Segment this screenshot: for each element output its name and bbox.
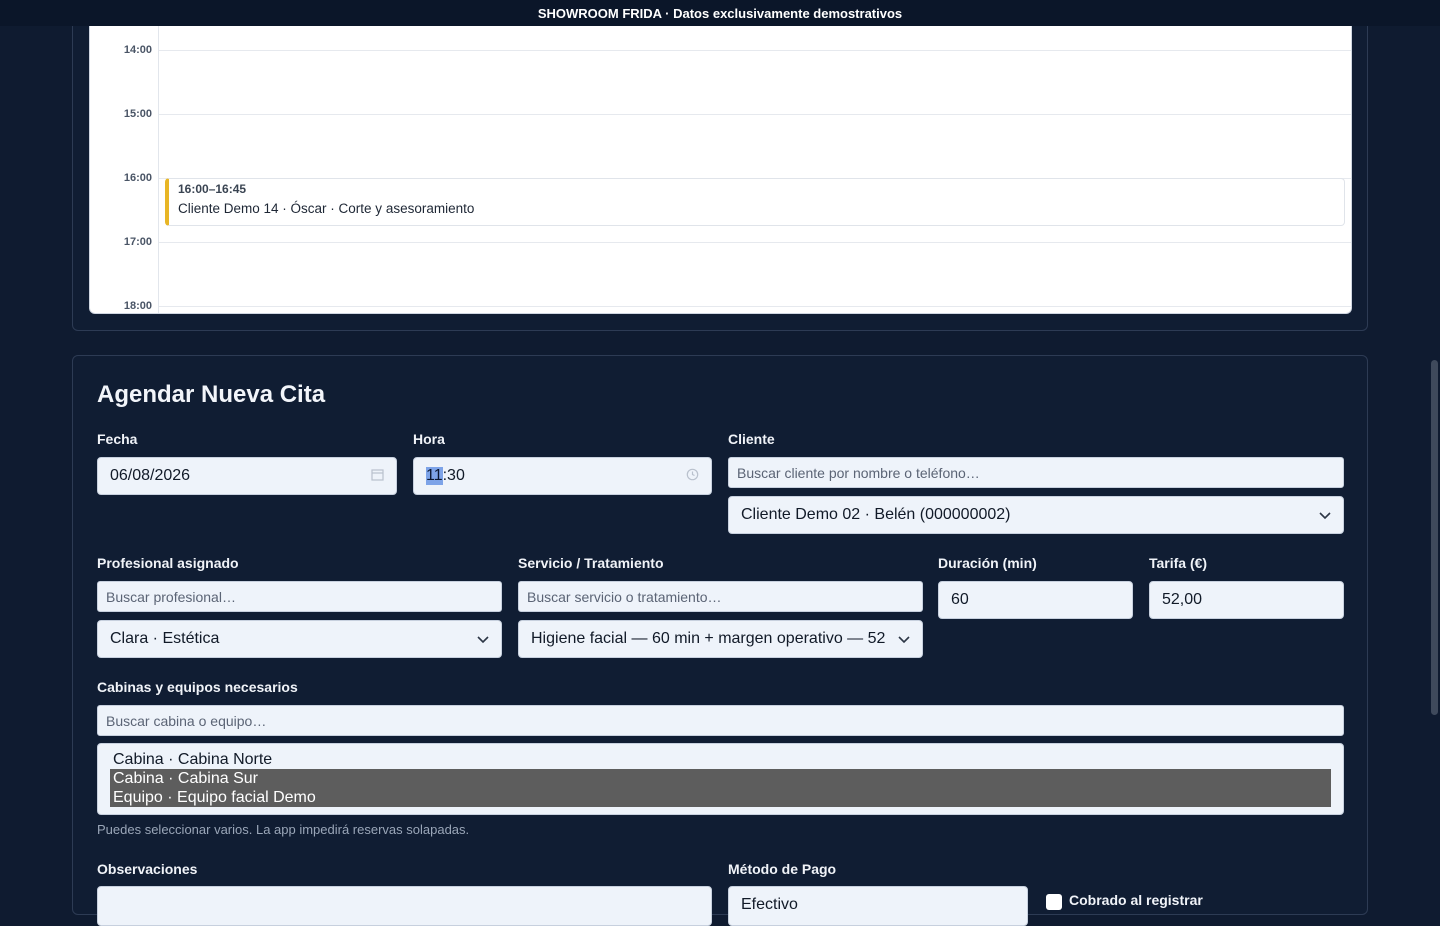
chevron-down-icon <box>898 632 910 647</box>
cliente-label: Cliente <box>728 431 775 447</box>
tarifa-value: 52,00 <box>1162 591 1203 608</box>
hora-hour-segment[interactable]: 11 <box>426 467 443 485</box>
demo-banner: SHOWROOM FRIDA · Datos exclusivamente de… <box>0 0 1440 26</box>
observaciones-textarea[interactable] <box>97 886 712 926</box>
profesional-search-placeholder: Buscar profesional… <box>106 588 236 605</box>
cliente-search-input[interactable]: Buscar cliente por nombre o teléfono… <box>728 457 1344 488</box>
cliente-search-placeholder: Buscar cliente por nombre o teléfono… <box>737 464 980 481</box>
servicio-search-placeholder: Buscar servicio o tratamiento… <box>527 588 722 605</box>
observaciones-label: Observaciones <box>97 861 198 877</box>
hora-minutes: :30 <box>442 467 465 484</box>
slot-line <box>159 114 1351 115</box>
duracion-label: Duración (min) <box>938 555 1037 571</box>
cobrado-label: Cobrado al registrar <box>1069 892 1203 908</box>
slot-label-1600: 16:00 <box>123 172 152 184</box>
servicio-select[interactable]: Higiene facial — 60 min + margen operati… <box>518 620 923 658</box>
appointment-event[interactable]: 16:00–16:45 Cliente Demo 14 · Óscar · Co… <box>165 178 1345 226</box>
cabina-option-selected[interactable]: Cabina · Cabina Sur <box>110 769 1331 788</box>
day-schedule-grid: 14:00 15:00 16:00 17:00 18:00 16:00–16:4… <box>89 0 1352 314</box>
clock-icon[interactable] <box>686 468 699 484</box>
slot-label-1800: 18:00 <box>123 300 152 312</box>
metodo-pago-selected: Efectivo <box>741 896 798 913</box>
profesional-search-input[interactable]: Buscar profesional… <box>97 581 502 612</box>
fecha-label: Fecha <box>97 431 138 447</box>
servicio-label: Servicio / Tratamiento <box>518 555 664 571</box>
slot-line <box>159 242 1351 243</box>
new-appointment-form: Agendar Nueva Cita Fecha 06/08/2026 Hora… <box>72 355 1368 926</box>
event-title: Cliente Demo 14 · Óscar · Corte y asesor… <box>178 201 475 216</box>
servicio-selected: Higiene facial — 60 min + margen operati… <box>531 630 886 647</box>
slot-line <box>159 50 1351 51</box>
form-title: Agendar Nueva Cita <box>97 381 326 408</box>
profesional-select[interactable]: Clara · Estética <box>97 620 502 658</box>
slot-line <box>159 306 1351 307</box>
chevron-down-icon <box>477 632 489 647</box>
cabina-option-selected[interactable]: Equipo · Equipo facial Demo <box>110 788 1331 807</box>
slot-label-1400: 14:00 <box>123 44 152 56</box>
cabinas-help-text: Puedes seleccionar varios. La app impedi… <box>97 822 470 837</box>
cliente-select[interactable]: Cliente Demo 02 · Belén (000000002) <box>728 496 1344 534</box>
page-scrollbar[interactable] <box>1431 360 1438 715</box>
event-time: 16:00–16:45 <box>178 182 247 196</box>
fecha-date-input[interactable]: 06/08/2026 <box>97 457 397 495</box>
cobrado-checkbox[interactable] <box>1046 894 1062 910</box>
calendar-icon[interactable] <box>371 468 384 484</box>
profesional-selected: Clara · Estética <box>110 630 220 647</box>
tarifa-label: Tarifa (€) <box>1149 555 1208 571</box>
hora-label: Hora <box>413 431 445 447</box>
slot-label-1500: 15:00 <box>123 108 152 120</box>
cabinas-search-input[interactable]: Buscar cabina o equipo… <box>97 705 1344 736</box>
cabina-option[interactable]: Cabina · Cabina Norte <box>110 750 1331 769</box>
tarifa-input[interactable]: 52,00 <box>1149 581 1344 619</box>
duracion-input[interactable]: 60 <box>938 581 1133 619</box>
cabinas-label: Cabinas y equipos necesarios <box>97 679 298 695</box>
metodo-pago-select[interactable]: Efectivo <box>728 886 1028 926</box>
fecha-value: 06/08/2026 <box>110 467 191 484</box>
servicio-search-input[interactable]: Buscar servicio o tratamiento… <box>518 581 923 612</box>
duracion-value: 60 <box>951 591 969 608</box>
profesional-label: Profesional asignado <box>97 555 239 571</box>
cabinas-search-placeholder: Buscar cabina o equipo… <box>106 712 267 729</box>
metodo-pago-label: Método de Pago <box>728 861 837 877</box>
cliente-selected: Cliente Demo 02 · Belén (000000002) <box>741 506 1011 523</box>
hora-time-input[interactable]: 11:30 <box>413 457 712 495</box>
chevron-down-icon <box>1319 508 1331 523</box>
cabinas-multiselect[interactable]: Cabina · Cabina Norte Cabina · Cabina Su… <box>97 743 1344 815</box>
slot-label-1700: 17:00 <box>123 236 152 248</box>
calendar-panel: 14:00 15:00 16:00 17:00 18:00 16:00–16:4… <box>72 0 1368 331</box>
